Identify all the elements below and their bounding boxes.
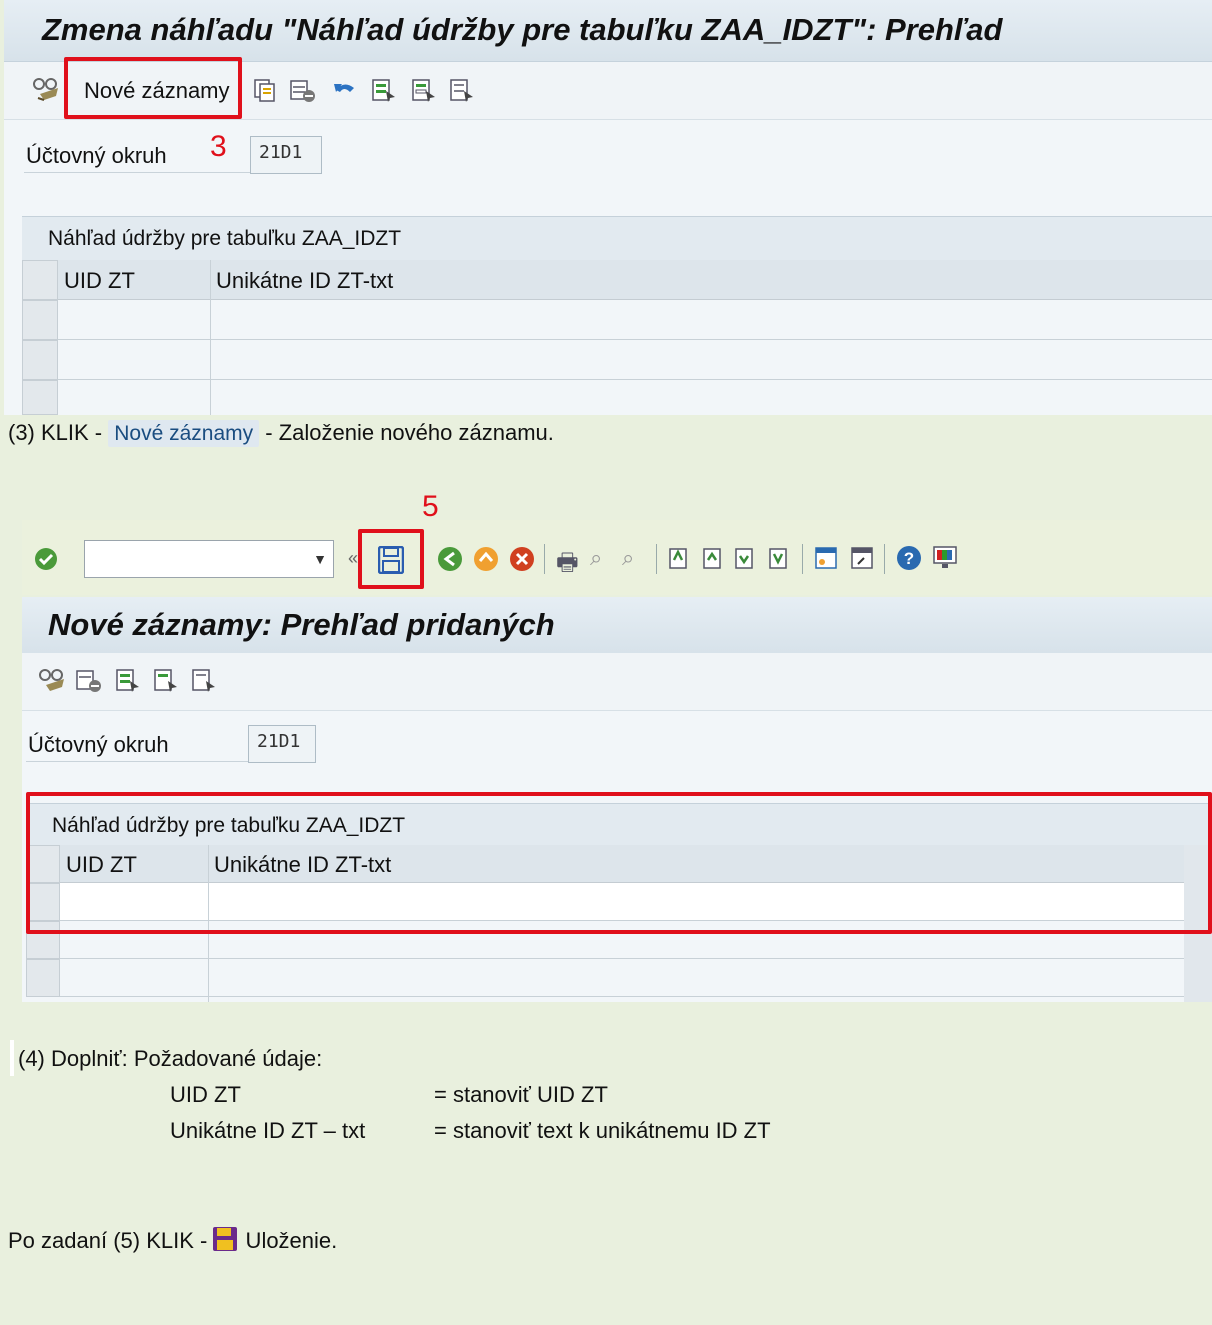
select-all-icon[interactable]: [372, 79, 396, 103]
step-marker-3: 3: [210, 130, 227, 163]
column-header-row: UID ZT Unikátne ID ZT-txt: [22, 260, 1212, 300]
row-line: [60, 996, 1184, 997]
document-page: Zmena náhľadu "Náhľad údržby pre tabuľku…: [0, 0, 1212, 1325]
highlight-table: [26, 792, 1212, 934]
select-all-icon[interactable]: [116, 669, 140, 693]
enter-icon[interactable]: [34, 547, 58, 571]
new-session-icon[interactable]: [814, 546, 838, 570]
screen-title-bar: Nové záznamy: Prehľad pridaných: [22, 597, 1212, 653]
instruction-4-row2-value: = stanoviť text k unikátnemu ID ZT: [434, 1118, 771, 1143]
application-toolbar: Nové záznamy: [4, 57, 1212, 120]
instruction-4-row1-value: = stanoviť UID ZT: [434, 1082, 608, 1107]
instruction-5-prefix: Po zadaní (5) KLIK -: [8, 1228, 214, 1253]
instruction-4-line1: (4) Doplniť: Požadované údaje:: [18, 1046, 323, 1071]
table-body: [22, 300, 1212, 415]
column-divider: [210, 260, 211, 300]
select-block-icon[interactable]: [412, 79, 436, 103]
display-change-icon[interactable]: [30, 76, 64, 104]
last-page-icon[interactable]: [768, 546, 790, 570]
column-divider: [210, 300, 211, 415]
instruction-5-suffix: Uloženie.: [239, 1228, 338, 1253]
instruction-step-5: Po zadaní (5) KLIK - Uloženie.: [8, 1227, 337, 1254]
field-underline: [26, 761, 248, 762]
customize-layout-icon[interactable]: [932, 545, 958, 571]
previous-page-icon[interactable]: [702, 546, 724, 570]
row-line: [60, 958, 1184, 959]
row-selector[interactable]: [22, 340, 58, 380]
company-code-field[interactable]: 21D1: [248, 725, 316, 763]
select-all-cell[interactable]: [22, 260, 58, 300]
display-change-icon[interactable]: [36, 667, 70, 695]
save-icon[interactable]: [378, 546, 404, 574]
undo-icon[interactable]: [332, 80, 358, 102]
row-selector[interactable]: [22, 380, 58, 415]
deselect-all-icon[interactable]: [450, 79, 474, 103]
toolbar-divider: [656, 544, 657, 574]
company-code-field[interactable]: 21D1: [250, 136, 322, 174]
help-icon[interactable]: ?: [896, 545, 922, 571]
row-line: [58, 339, 1212, 340]
instruction-4-row1-label: UID ZT: [170, 1082, 241, 1107]
screen-title: Nové záznamy: Prehľad pridaných: [48, 607, 555, 642]
company-code-label: Účtovný okruh: [28, 732, 169, 757]
find-icon[interactable]: ⌕: [590, 545, 602, 571]
first-page-icon[interactable]: [668, 546, 690, 570]
step-marker-5: 5: [422, 490, 439, 523]
toolbar-divider: [802, 544, 803, 574]
screen-title: Zmena náhľadu "Náhľad údržby pre tabuľku…: [42, 12, 1003, 47]
toolbar-divider: [884, 544, 885, 574]
deselect-all-icon[interactable]: [192, 669, 216, 693]
exit-icon[interactable]: [472, 545, 500, 573]
column-header-uid[interactable]: UID ZT: [64, 268, 135, 294]
row-line: [58, 379, 1212, 380]
cancel-icon[interactable]: [508, 545, 536, 573]
collapse-chevron-icon[interactable]: «: [348, 548, 358, 569]
inline-new-entries-button: Nové záznamy: [108, 420, 260, 447]
back-icon[interactable]: [436, 545, 464, 573]
select-block-icon[interactable]: [154, 669, 178, 693]
copy-icon[interactable]: [254, 79, 276, 103]
column-header-text[interactable]: Unikátne ID ZT-txt: [216, 268, 393, 294]
create-shortcut-icon[interactable]: [850, 546, 874, 570]
print-icon[interactable]: 🖶: [556, 545, 579, 586]
next-page-icon[interactable]: [734, 546, 756, 570]
delete-icon[interactable]: [290, 79, 316, 103]
system-toolbar: ▼ « 🖶 ⌕ ⌕ ?: [22, 520, 1212, 595]
screen-title-bar: Zmena náhľadu "Náhľad údržby pre tabuľku…: [4, 0, 1212, 62]
new-entries-button[interactable]: Nové záznamy: [84, 78, 230, 104]
margin-mark: [10, 1040, 14, 1076]
company-code-label: Účtovný okruh: [26, 143, 167, 168]
sap-screen-maintenance-view: Zmena náhľadu "Náhľad údržby pre tabuľku…: [0, 0, 1212, 415]
row-selector[interactable]: [26, 959, 60, 997]
application-toolbar: [22, 653, 1212, 711]
table-header-bar: Náhľad údržby pre tabuľku ZAA_IDZT: [22, 216, 1212, 260]
instruction-step-3: (3) KLIK - Nové záznamy - Založenie nové…: [8, 420, 554, 447]
command-field[interactable]: ▼: [84, 540, 334, 578]
find-next-icon[interactable]: ⌕: [622, 545, 634, 571]
instruction-4-row2-label: Unikátne ID ZT – txt: [170, 1118, 366, 1143]
instruction-3-suffix: - Založenie nového záznamu.: [259, 420, 554, 445]
dropdown-arrow-icon[interactable]: ▼: [313, 551, 327, 567]
toolbar-divider: [544, 544, 545, 574]
instruction-3-prefix: (3) KLIK -: [8, 420, 109, 445]
delete-icon[interactable]: [76, 669, 102, 693]
row-selector[interactable]: [22, 300, 58, 340]
save-icon: [213, 1227, 239, 1251]
svg-text:?: ?: [904, 549, 914, 568]
table-title: Náhľad údržby pre tabuľku ZAA_IDZT: [48, 227, 402, 250]
field-underline: [24, 172, 250, 173]
